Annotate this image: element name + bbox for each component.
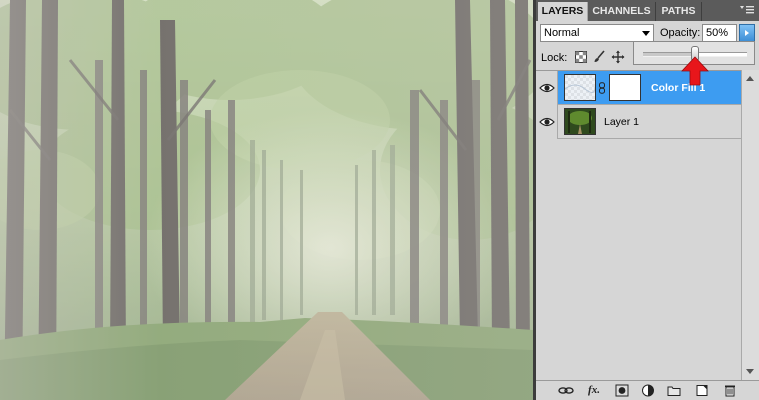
tab-channels[interactable]: CHANNELS bbox=[588, 2, 656, 21]
opacity-slider-toggle-button[interactable] bbox=[739, 24, 755, 42]
new-layer-icon[interactable] bbox=[694, 383, 710, 398]
panel-bottom-bar: fx. bbox=[536, 380, 759, 400]
tab-paths[interactable]: PATHS bbox=[656, 2, 702, 21]
visibility-cell[interactable] bbox=[536, 71, 558, 105]
layers-panel: LAYERS CHANNELS PATHS Normal Opacity: 50… bbox=[536, 0, 759, 400]
opacity-input[interactable]: 50% bbox=[702, 24, 737, 42]
visibility-cell[interactable] bbox=[536, 105, 558, 139]
link-layers-icon[interactable] bbox=[558, 383, 574, 398]
layer-row-color-fill[interactable]: Color Fill 1 bbox=[536, 71, 741, 105]
lock-label: Lock: bbox=[541, 52, 568, 64]
adjustment-layer-icon[interactable] bbox=[640, 383, 656, 398]
scroll-up-icon[interactable] bbox=[746, 76, 754, 81]
panel-tab-bar: LAYERS CHANNELS PATHS bbox=[536, 0, 759, 21]
new-group-icon[interactable] bbox=[666, 383, 682, 398]
layer-style-icon[interactable]: fx. bbox=[586, 383, 602, 398]
blend-mode-value: Normal bbox=[544, 27, 580, 39]
opacity-label: Opacity: bbox=[660, 27, 701, 39]
lock-transparent-icon[interactable] bbox=[574, 50, 588, 64]
red-arrow-icon bbox=[681, 56, 709, 86]
chevron-down-icon bbox=[642, 31, 650, 36]
eye-icon[interactable] bbox=[539, 80, 555, 96]
lock-image-icon[interactable] bbox=[592, 50, 606, 64]
chain-link-icon[interactable] bbox=[598, 82, 606, 94]
eye-icon[interactable] bbox=[539, 114, 555, 130]
tab-layers[interactable]: LAYERS bbox=[538, 2, 588, 21]
delete-layer-icon[interactable] bbox=[722, 383, 738, 398]
scroll-down-icon[interactable] bbox=[746, 369, 754, 374]
layer-row-layer-1[interactable]: Layer 1 bbox=[536, 105, 741, 139]
layers-list: Color Fill 1 Layer 1 bbox=[536, 70, 741, 381]
forest-road-photo bbox=[0, 0, 533, 400]
blend-mode-select[interactable]: Normal bbox=[540, 24, 654, 42]
layer-mask-thumbnail[interactable] bbox=[609, 74, 641, 101]
layer-name[interactable]: Layer 1 bbox=[604, 105, 639, 139]
panel-menu-icon[interactable] bbox=[739, 4, 755, 16]
fill-layer-thumbnail[interactable] bbox=[564, 74, 596, 101]
layer-thumbnail[interactable] bbox=[564, 108, 596, 135]
lock-position-icon[interactable] bbox=[611, 50, 625, 64]
document-canvas[interactable] bbox=[0, 0, 533, 400]
layers-scrollbar[interactable] bbox=[741, 70, 759, 380]
add-mask-icon[interactable] bbox=[614, 383, 630, 398]
